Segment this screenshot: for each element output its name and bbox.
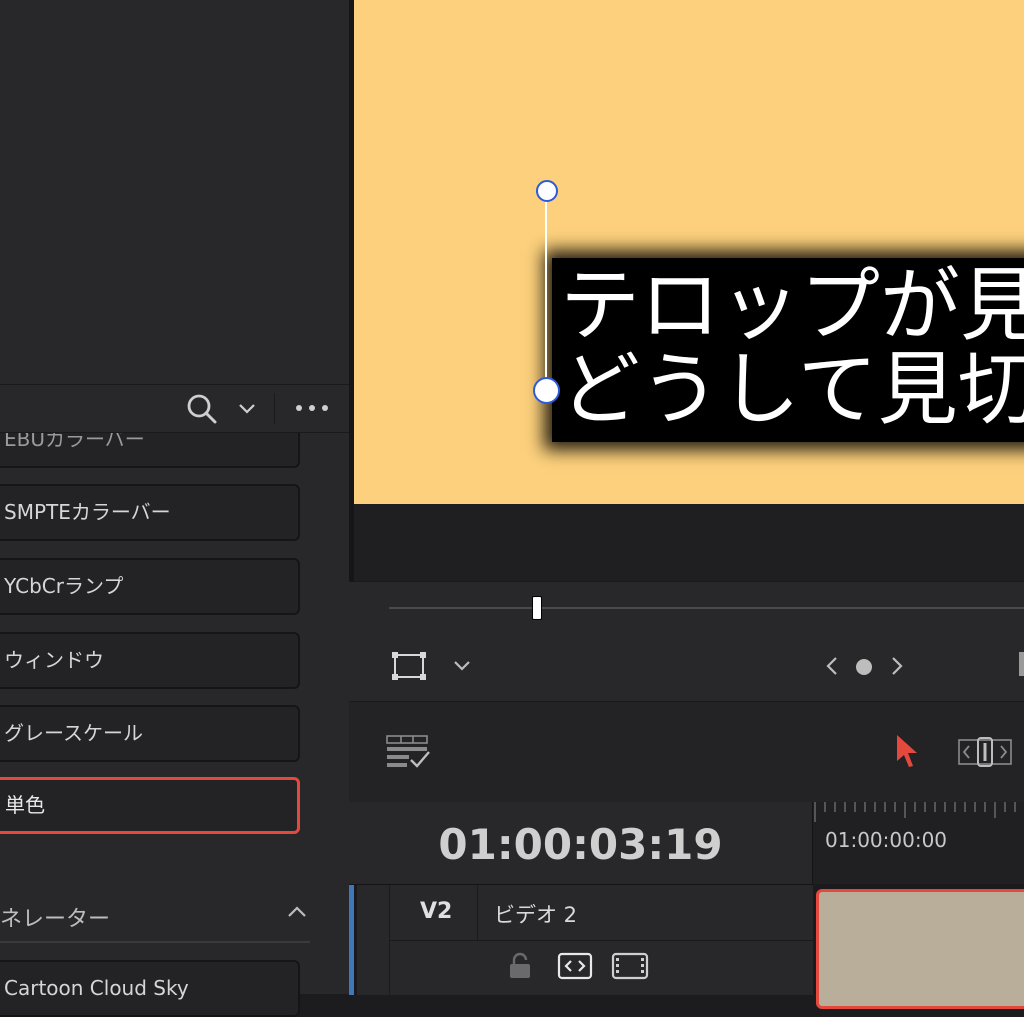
track-divider [477, 885, 478, 940]
list-item-label: グレースケール [4, 721, 143, 745]
auto-select-icon[interactable] [557, 952, 593, 980]
caption-line-1: テロップが見 [560, 259, 1024, 352]
media-pool-panel: EBUカラーバー SMPTEカラーバー YCbCrランプ ウィンドウ グレースケ… [0, 0, 349, 1017]
lock-icon[interactable] [508, 952, 532, 980]
track-id: V2 [420, 899, 453, 924]
transform-handle-anchor[interactable] [533, 377, 560, 404]
list-item-label: ウィンドウ [4, 648, 104, 672]
timecode-display[interactable]: 01:00:03:19 [349, 820, 812, 869]
generators-section-header[interactable]: ネレーター [0, 893, 310, 943]
selection-arrow-icon[interactable] [894, 733, 920, 769]
caption-text[interactable]: テロップが見 どうして見切 [552, 258, 1024, 442]
track-lane-v2 [813, 884, 1024, 1009]
ruler-ticks [814, 802, 1016, 822]
timeline-header: 01:00:03:19 [349, 802, 813, 884]
chevron-down-icon[interactable] [452, 659, 472, 673]
timeline-clip[interactable] [816, 889, 1024, 1009]
scrub-playhead[interactable] [532, 596, 542, 620]
chevron-down-icon[interactable] [237, 402, 257, 416]
list-item-label: 単色 [5, 793, 45, 817]
next-keyframe-icon[interactable] [889, 655, 905, 677]
viewer-control-edge [1019, 652, 1024, 676]
more-icon[interactable] [294, 403, 332, 413]
list-item-cartoon-cloud-sky[interactable]: Cartoon Cloud Sky [0, 960, 300, 1017]
toolbar-divider [274, 393, 275, 424]
prev-keyframe-icon[interactable] [824, 655, 840, 677]
transform-handle-top[interactable] [536, 180, 558, 202]
viewer-canvas[interactable]: テロップが見 どうして見切 [354, 0, 1024, 504]
caption-line-2: どうして見切 [560, 343, 1024, 436]
timeline-options-icon[interactable] [385, 734, 437, 770]
list-item-label: Cartoon Cloud Sky [4, 976, 189, 1000]
list-item-label: YCbCrランプ [4, 574, 124, 598]
scrub-bar[interactable] [389, 607, 1024, 609]
timeline-ruler[interactable]: 01:00:00:00 [813, 802, 1024, 884]
list-item-label: SMPTEカラーバー [4, 500, 171, 524]
transform-icon[interactable] [391, 651, 427, 681]
edit-toolbar [349, 701, 1024, 803]
track-divider [389, 940, 813, 941]
list-item-window[interactable]: ウィンドウ [0, 632, 300, 689]
media-pool-toolbar [0, 384, 349, 433]
track-enable-icon[interactable] [611, 952, 649, 980]
track-color-accent [349, 885, 354, 995]
list-item-smpte-color-bars[interactable]: SMPTEカラーバー [0, 484, 300, 541]
viewer-footer [354, 504, 1024, 581]
viewer-controls [349, 581, 1024, 702]
track-header-v2: V2 ビデオ 2 [349, 884, 813, 995]
keyframe-icon[interactable] [854, 657, 874, 677]
track-name[interactable]: ビデオ 2 [494, 899, 577, 929]
chevron-up-icon[interactable] [287, 905, 307, 919]
list-item-solid-color[interactable]: 単色 [0, 777, 300, 834]
trim-edit-icon[interactable] [957, 736, 1013, 768]
search-icon[interactable] [185, 393, 219, 425]
section-header-label: ネレーター [0, 907, 111, 932]
ruler-start-timecode: 01:00:00:00 [825, 828, 948, 852]
list-item-ycbcr-ramp[interactable]: YCbCrランプ [0, 558, 300, 615]
list-item-grayscale[interactable]: グレースケール [0, 705, 300, 762]
transform-guide-line [545, 191, 547, 391]
